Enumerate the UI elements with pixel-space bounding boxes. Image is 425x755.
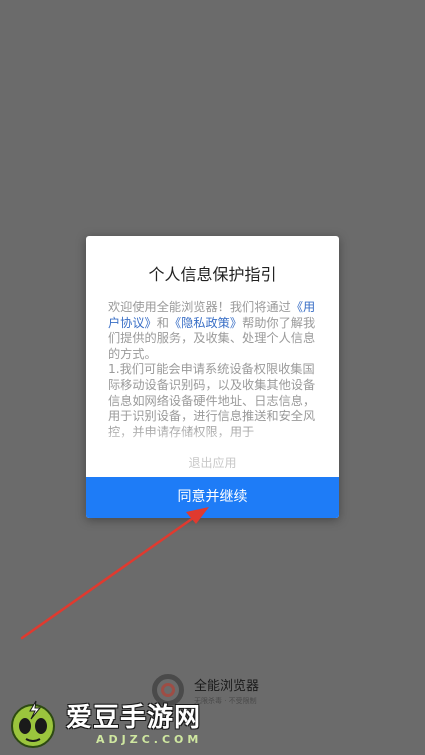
- watermark-site-name: 爱豆手游网: [66, 702, 202, 733]
- intro-paragraph: 欢迎使用全能浏览器！我们将通过《用户协议》和《隐私政策》帮助你了解我们提供的服务…: [108, 300, 319, 362]
- dialog-title: 个人信息保护指引: [148, 265, 277, 284]
- privacy-policy-link[interactable]: 《隐私政策》: [169, 316, 242, 330]
- and-text: 和: [156, 315, 169, 330]
- privacy-dialog: 个人信息保护指引 欢迎使用全能浏览器！我们将通过《用户协议》和《隐私政策》帮助你…: [86, 236, 339, 518]
- intro-prefix: 欢迎使用全能浏览器！我们将通过: [108, 300, 291, 314]
- brand-name: 全能浏览器: [194, 678, 260, 694]
- exit-app-button[interactable]: 退出应用: [86, 452, 339, 474]
- brand-tagline: 无限杀毒 · 不受限制: [194, 696, 257, 705]
- alien-logo-icon: [11, 700, 55, 748]
- site-watermark: 爱豆手游网 ADJZC.COM: [6, 697, 202, 751]
- watermark-domain: ADJZC.COM: [96, 732, 203, 746]
- agree-continue-button[interactable]: 同意并继续: [86, 477, 339, 518]
